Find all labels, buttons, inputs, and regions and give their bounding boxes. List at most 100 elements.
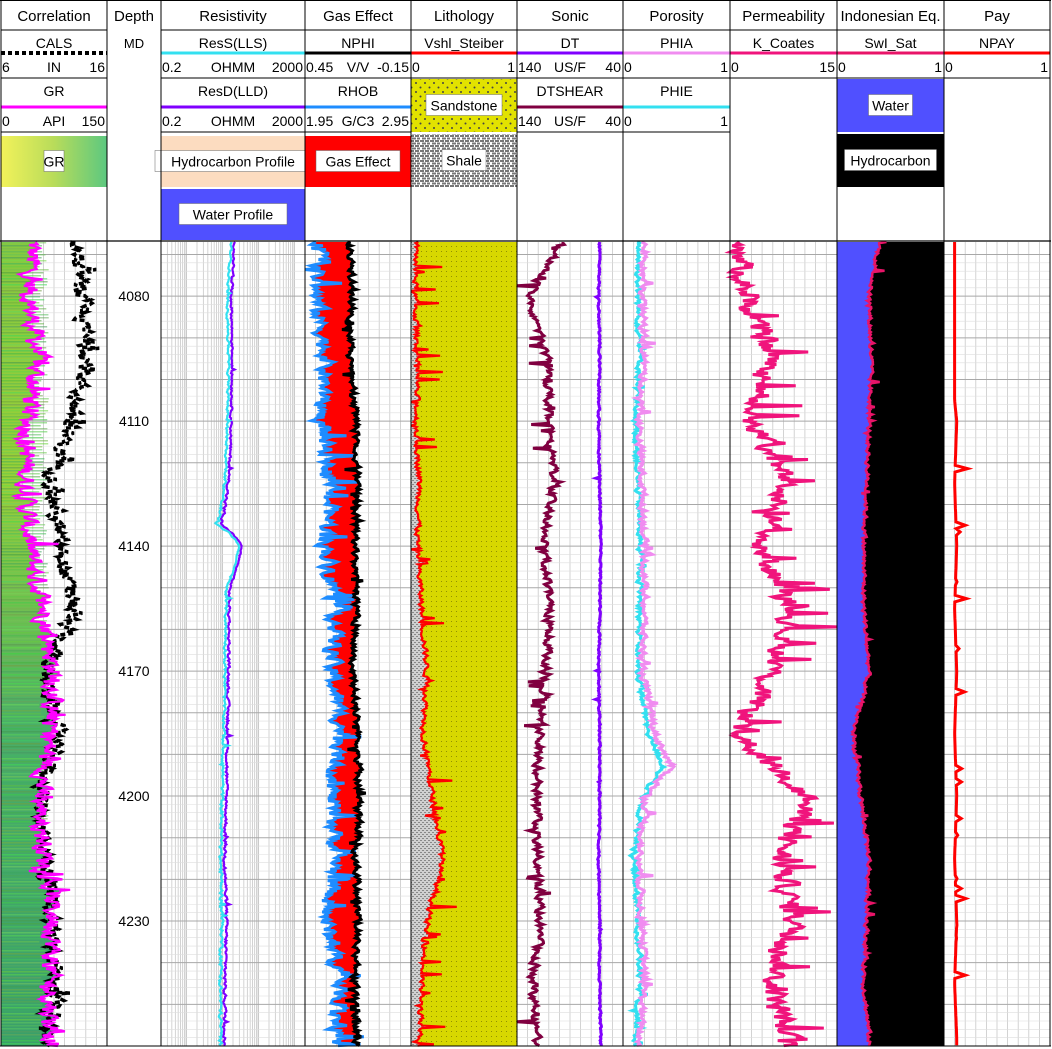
gr-shading-stripe	[1, 659, 40, 661]
curve-name-label: NPHI	[341, 35, 374, 51]
scale-max-label: 1	[720, 113, 728, 129]
gr-shading-stripe	[1, 689, 43, 691]
gr-shading-stripe	[1, 629, 47, 631]
gr-shading-stripe	[1, 242, 47, 244]
track-title: Indonesian Eq.	[840, 8, 940, 25]
gr-shading-stripe	[1, 602, 41, 604]
scale-min-label: 0.2	[162, 59, 182, 75]
gr-shading-stripe	[1, 896, 49, 898]
gr-shading-stripe	[1, 719, 47, 721]
gr-shading-stripe	[1, 854, 44, 856]
gr-shading-stripe	[1, 671, 48, 673]
gr-shading-stripe	[1, 341, 47, 343]
gr-shading-stripe	[1, 977, 42, 979]
gr-shading-stripe	[1, 779, 45, 781]
scale-min-label: 0	[838, 59, 846, 75]
depth-unit-label: MD	[124, 36, 144, 51]
gr-shading-stripe	[1, 317, 49, 319]
scale-max-label: 16	[89, 59, 105, 75]
gr-shading-stripe	[1, 647, 45, 649]
gr-shading-stripe	[1, 1028, 40, 1030]
track-title: Gas Effect	[323, 8, 394, 25]
curve-name-label: K_Coates	[753, 35, 814, 51]
scale-max-label: 1	[934, 59, 942, 75]
gr-shading-stripe	[1, 914, 47, 916]
scale-max-label: 40	[605, 113, 621, 129]
track-title: Permeability	[742, 8, 825, 25]
gr-shading-stripe	[1, 269, 49, 271]
gr-shading-stripe	[1, 1031, 44, 1033]
gr-shading-stripe	[1, 596, 44, 598]
track-title: Porosity	[649, 8, 704, 25]
scale-min-label: 140	[518, 59, 542, 75]
legend-label: Water	[872, 98, 909, 114]
gr-shading-stripe	[1, 881, 49, 883]
scale-unit-label: V/V	[347, 59, 370, 75]
gr-shading-stripe	[1, 968, 42, 970]
gr-shading-stripe	[1, 947, 46, 949]
gr-shading-stripe	[1, 323, 45, 325]
well-log-plot: CorrelationCALS6 IN 16GR0 API 150GRDepthMDRe…	[0, 0, 1051, 1048]
scale-unit-label: OHMM	[211, 59, 255, 75]
track-title: Pay	[984, 8, 1010, 25]
gr-shading-stripe	[1, 908, 49, 910]
gr-shading-stripe	[1, 752, 45, 754]
legend-label: Shale	[446, 153, 482, 169]
gr-shading-stripe	[1, 356, 45, 358]
gr-shading-stripe	[1, 677, 46, 679]
gr-shading-stripe	[1, 353, 43, 355]
gr-shading-stripe	[1, 1001, 44, 1003]
curve-name-label: PHIA	[660, 35, 693, 51]
gr-shading-stripe	[1, 377, 43, 379]
gr-shading-stripe	[1, 938, 44, 940]
legend-label: Gas Effect	[325, 154, 390, 170]
gr-shading-stripe	[1, 701, 40, 703]
gr-shading-stripe	[1, 698, 47, 700]
gr-shading-stripe	[1, 911, 49, 913]
gr-shading-stripe	[1, 254, 46, 256]
gr-shading-stripe	[1, 566, 47, 568]
gr-shading-stripe	[1, 704, 40, 706]
gr-shading-stripe	[1, 887, 45, 889]
curve-name-label: SwI_Sat	[864, 35, 916, 51]
scale-min-label: 6	[2, 59, 10, 75]
gr-shading-stripe	[1, 638, 46, 640]
legend-label: Hydrocarbon Profile	[171, 154, 295, 170]
gr-shading-stripe	[1, 902, 47, 904]
gr-shading-stripe	[1, 812, 41, 814]
gr-shading-stripe	[1, 980, 48, 982]
gr-shading-stripe	[1, 1025, 46, 1027]
gr-shading-stripe	[1, 305, 43, 307]
scale-unit-label: IN	[47, 59, 61, 75]
scale-max-label: 150	[82, 113, 106, 129]
gr-shading-stripe	[1, 461, 44, 463]
gr-shading-stripe	[1, 653, 45, 655]
scale-min-label: 0	[2, 113, 10, 129]
depth-tick-label: 4200	[118, 788, 149, 804]
gr-shading-stripe	[1, 467, 47, 469]
scale-max-label: -0.15	[377, 59, 409, 75]
gr-shading-stripe	[1, 308, 47, 310]
gr-shading-stripe	[1, 1019, 42, 1021]
gr-shading-stripe	[1, 605, 40, 607]
gr-shading-stripe	[1, 962, 44, 964]
gr-shading-stripe	[1, 731, 48, 733]
scale-min-label: 1.95	[306, 113, 333, 129]
gr-shading-stripe	[1, 950, 46, 952]
gr-shading-stripe	[1, 623, 40, 625]
gr-shading-stripe	[1, 662, 48, 664]
scale-unit-label: US/F	[554, 113, 586, 129]
gr-shading-stripe	[1, 641, 49, 643]
scale-unit-label: OHMM	[211, 113, 255, 129]
gr-shading-stripe	[1, 746, 47, 748]
gr-shading-stripe	[1, 959, 43, 961]
gr-shading-stripe	[1, 584, 48, 586]
scale-max-label: 2000	[272, 59, 303, 75]
gr-shading-stripe	[1, 1010, 46, 1012]
legend-label: GR	[44, 154, 65, 170]
scale-max-label: 1	[507, 59, 515, 75]
gr-shading-stripe	[1, 983, 49, 985]
gr-shading-stripe	[1, 575, 47, 577]
gr-shading-stripe	[1, 935, 46, 937]
gr-shading-stripe	[1, 1004, 42, 1006]
